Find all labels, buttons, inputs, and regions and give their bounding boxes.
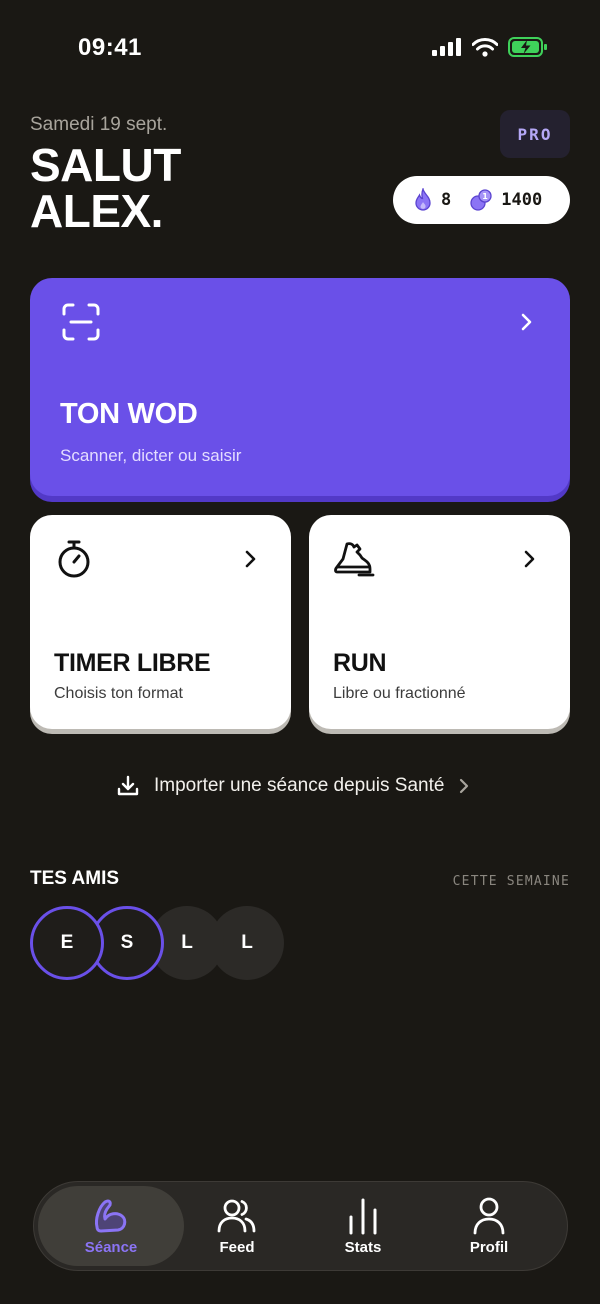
greeting-line-2: ALEX. [30,185,163,237]
tab-profil-label: Profil [469,1238,509,1256]
status-bar: 09:41 [0,0,600,96]
streak-count: 8 [441,190,452,210]
friends-period: CETTE SEMAINE [452,874,570,889]
stopwatch-icon [58,540,90,578]
friend-avatar[interactable]: E [30,906,104,980]
import-health-label: Importer une séance depuis Santé [154,775,445,796]
tab-feed[interactable]: Feed [164,1186,310,1266]
cellular-signal-icon [432,38,461,56]
tab-seance-label: Séance [84,1238,138,1256]
coins-count: 1400 [501,190,543,210]
svg-text:1: 1 [482,192,488,201]
date-label: Samedi 19 sept. [30,114,168,135]
users-icon [217,1199,256,1232]
flexed-arm-icon [95,1199,127,1232]
coins-counter: 1 1400 [469,188,542,212]
tab-bar: Séance Feed Stats Profil [33,1181,568,1271]
run-title: RUN [333,649,387,677]
tab-stats-label: Stats [344,1238,382,1256]
chevron-right-icon [524,550,535,568]
running-shoe-icon [334,542,375,577]
bar-stats-icon [349,1198,377,1234]
chevron-right-icon [245,550,256,568]
wifi-icon [472,37,498,57]
friend-initial: E [60,932,74,953]
wod-title: TON WOD [60,398,198,430]
timer-card[interactable]: TIMER LIBRE Choisis ton format [30,515,291,729]
pro-badge-button[interactable]: PRO [500,110,570,158]
status-icons [432,37,548,57]
flame-icon [415,188,431,211]
download-icon [117,775,139,796]
friend-initial: L [181,932,193,953]
tab-seance[interactable]: Séance [38,1186,184,1266]
timer-subtitle: Choisis ton format [54,685,183,702]
streak-counter: 8 [413,188,451,212]
tab-feed-label: Feed [219,1238,255,1256]
person-icon [473,1197,505,1234]
greeting-line-1: SALUT [30,139,181,191]
friends-avatars: E S L L [30,906,290,980]
stats-pill[interactable]: 8 1 1400 [393,176,570,224]
wod-card[interactable]: TON WOD Scanner, dicter ou saisir [30,278,570,496]
battery-charging-icon [508,37,547,57]
greeting-title: SALUT ALEX. [30,142,181,234]
timer-title: TIMER LIBRE [54,649,211,677]
run-subtitle: Libre ou fractionné [333,685,466,702]
scan-frame-icon [62,303,100,341]
friend-initial: L [241,932,253,953]
tab-stats[interactable]: Stats [290,1186,436,1266]
chevron-right-icon [460,778,469,794]
tab-profil[interactable]: Profil [416,1186,562,1266]
friends-title: TES AMIS [30,868,120,889]
status-time: 09:41 [78,34,142,61]
friend-initial: S [120,932,134,953]
run-card[interactable]: RUN Libre ou fractionné [309,515,570,729]
coins-icon: 1 [470,189,492,211]
wod-subtitle: Scanner, dicter ou saisir [60,446,242,465]
import-health-link[interactable]: Importer une séance depuis Santé [116,770,470,802]
chevron-right-icon [521,313,532,331]
pro-badge-label: PRO [517,124,553,144]
